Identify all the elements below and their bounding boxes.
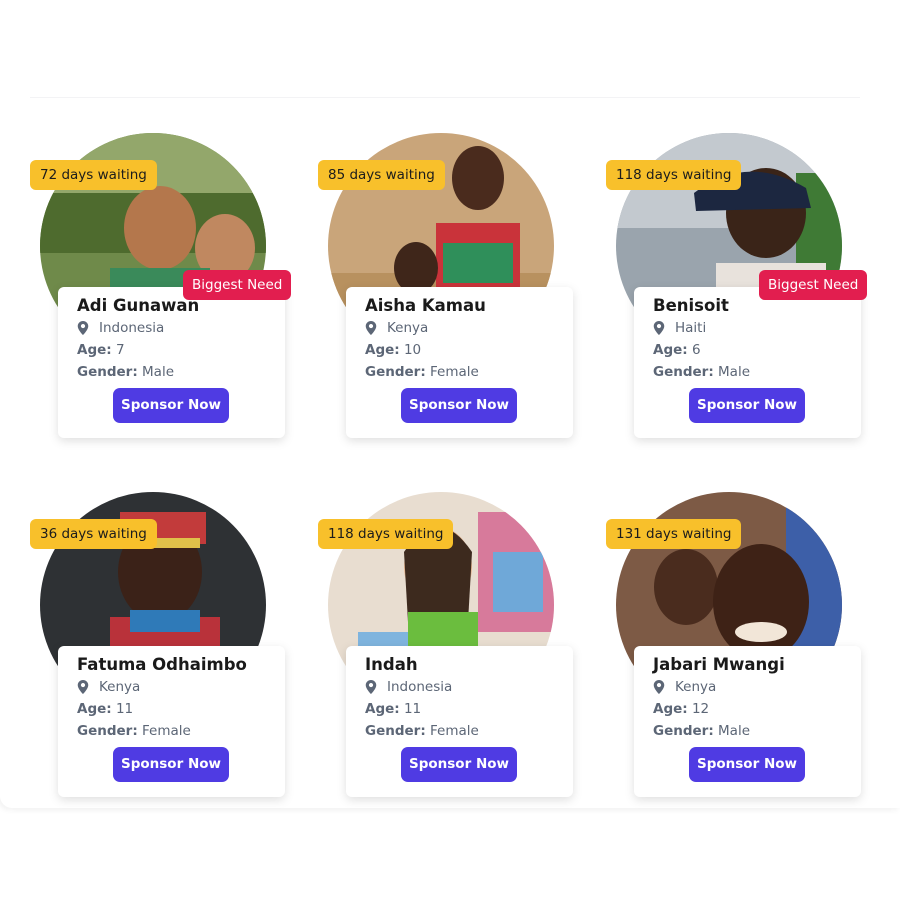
child-info: Fatuma Odhaimbo Kenya Age: 11 Gender: Fe… xyxy=(58,646,285,797)
divider xyxy=(30,97,860,98)
child-card: 72 days waiting Biggest Need Adi Gunawan… xyxy=(30,133,318,443)
sponsor-now-button[interactable]: Sponsor Now xyxy=(401,747,517,782)
child-location: Kenya xyxy=(365,317,573,339)
location-text: Kenya xyxy=(675,679,717,695)
location-text: Kenya xyxy=(387,320,429,336)
age-value: 6 xyxy=(691,342,701,358)
gender-label: Gender: xyxy=(77,364,138,380)
days-waiting-badge: 72 days waiting xyxy=(30,160,157,190)
location-text: Indonesia xyxy=(99,320,165,336)
child-card: 118 days waiting Biggest Need Benisoit H… xyxy=(606,133,894,443)
age-value: 7 xyxy=(115,342,125,358)
child-age: Age: 11 xyxy=(77,698,285,720)
location-text: Indonesia xyxy=(387,679,453,695)
child-info: Indah Indonesia Age: 11 Gender: Female S… xyxy=(346,646,573,797)
gender-value: Male xyxy=(142,364,175,380)
gender-label: Gender: xyxy=(365,723,426,739)
child-card: 85 days waiting Aisha Kamau Kenya Age: 1… xyxy=(318,133,606,443)
child-name: Jabari Mwangi xyxy=(653,655,785,674)
age-label: Age: xyxy=(77,342,112,358)
location-text: Kenya xyxy=(99,679,141,695)
gender-label: Gender: xyxy=(653,364,714,380)
age-value: 11 xyxy=(403,701,422,717)
gender-value: Female xyxy=(142,723,191,739)
days-waiting-badge: 118 days waiting xyxy=(606,160,742,190)
child-age: Age: 6 xyxy=(653,339,861,361)
child-info: Adi Gunawan Indonesia Age: 7 Gender: Mal… xyxy=(58,287,285,438)
child-age: Age: 11 xyxy=(365,698,573,720)
map-pin-icon xyxy=(77,680,89,694)
sponsor-panel: 72 days waiting Biggest Need Adi Gunawan… xyxy=(0,0,900,808)
sponsor-now-button[interactable]: Sponsor Now xyxy=(689,388,805,423)
child-gender: Gender: Female xyxy=(365,720,573,742)
child-info: Jabari Mwangi Kenya Age: 12 Gender: Male… xyxy=(634,646,861,797)
child-name: Indah xyxy=(365,655,418,674)
child-location: Kenya xyxy=(653,676,861,698)
child-location: Kenya xyxy=(77,676,285,698)
child-name: Fatuma Odhaimbo xyxy=(77,655,247,674)
days-waiting-badge: 36 days waiting xyxy=(30,519,157,549)
age-label: Age: xyxy=(365,701,400,717)
age-label: Age: xyxy=(365,342,400,358)
map-pin-icon xyxy=(365,321,377,335)
child-age: Age: 12 xyxy=(653,698,861,720)
sponsor-now-button[interactable]: Sponsor Now xyxy=(401,388,517,423)
map-pin-icon xyxy=(653,680,665,694)
biggest-need-badge: Biggest Need xyxy=(183,270,292,300)
days-waiting-badge: 131 days waiting xyxy=(606,519,742,549)
gender-label: Gender: xyxy=(365,364,426,380)
child-gender: Gender: Male xyxy=(77,361,285,383)
child-info: Benisoit Haiti Age: 6 Gender: Male Spons… xyxy=(634,287,861,438)
age-label: Age: xyxy=(653,701,688,717)
biggest-need-badge: Biggest Need xyxy=(759,270,868,300)
sponsor-now-button[interactable]: Sponsor Now xyxy=(113,747,229,782)
child-gender: Gender: Male xyxy=(653,361,861,383)
gender-value: Male xyxy=(718,723,751,739)
child-name: Aisha Kamau xyxy=(365,296,486,315)
days-waiting-badge: 85 days waiting xyxy=(318,160,445,190)
map-pin-icon xyxy=(77,321,89,335)
child-info: Aisha Kamau Kenya Age: 10 Gender: Female… xyxy=(346,287,573,438)
child-card: 118 days waiting Indah Indonesia Age: 11… xyxy=(318,492,606,802)
age-value: 11 xyxy=(115,701,134,717)
sponsor-now-button[interactable]: Sponsor Now xyxy=(113,388,229,423)
map-pin-icon xyxy=(653,321,665,335)
gender-label: Gender: xyxy=(653,723,714,739)
child-age: Age: 10 xyxy=(365,339,573,361)
age-label: Age: xyxy=(77,701,112,717)
gender-value: Male xyxy=(718,364,751,380)
child-gender: Gender: Male xyxy=(653,720,861,742)
child-gender: Gender: Female xyxy=(77,720,285,742)
location-text: Haiti xyxy=(675,320,707,336)
child-gender: Gender: Female xyxy=(365,361,573,383)
child-location: Indonesia xyxy=(77,317,285,339)
gender-label: Gender: xyxy=(77,723,138,739)
age-label: Age: xyxy=(653,342,688,358)
age-value: 10 xyxy=(403,342,422,358)
map-pin-icon xyxy=(365,680,377,694)
days-waiting-badge: 118 days waiting xyxy=(318,519,454,549)
child-card: 36 days waiting Fatuma Odhaimbo Kenya Ag… xyxy=(30,492,318,802)
gender-value: Female xyxy=(430,723,479,739)
child-location: Haiti xyxy=(653,317,861,339)
child-location: Indonesia xyxy=(365,676,573,698)
gender-value: Female xyxy=(430,364,479,380)
sponsor-now-button[interactable]: Sponsor Now xyxy=(689,747,805,782)
age-value: 12 xyxy=(691,701,710,717)
child-card: 131 days waiting Jabari Mwangi Kenya Age… xyxy=(606,492,894,802)
child-age: Age: 7 xyxy=(77,339,285,361)
